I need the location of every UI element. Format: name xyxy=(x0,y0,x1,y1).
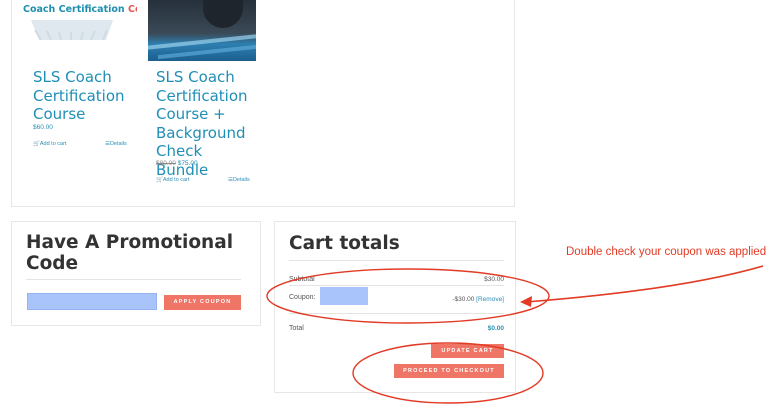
checkout-circle-annotation xyxy=(352,342,544,404)
arrow-annotation xyxy=(525,265,764,303)
annotation-overlay xyxy=(266,265,764,404)
arrow-head-icon xyxy=(520,296,532,307)
coupon-circle-annotation xyxy=(266,268,550,324)
annotation-note: Double check your coupon was applied xyxy=(566,246,767,258)
